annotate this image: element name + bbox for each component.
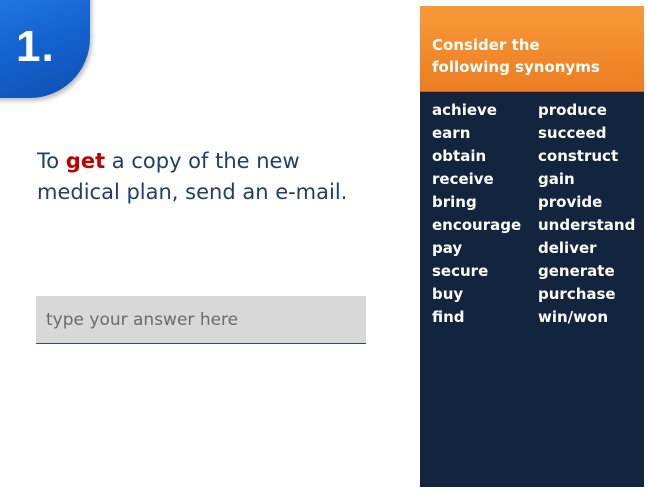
synonym-item: produce: [538, 101, 607, 119]
synonym-item: deliver: [538, 239, 597, 257]
synonym-item: understand: [538, 216, 636, 234]
synonyms-panel-header: Consider the following synonyms: [420, 6, 644, 92]
synonym-item: earn: [432, 124, 471, 142]
synonym-item: construct: [538, 147, 619, 165]
synonym-item: generate: [538, 262, 615, 280]
synonym-item: win/won: [538, 308, 608, 326]
synonyms-panel: Consider the following synonyms achieve …: [420, 6, 644, 487]
sentence-before: To: [37, 149, 66, 173]
question-number: 1.: [16, 22, 55, 71]
target-keyword: get: [65, 149, 106, 173]
synonym-item: achieve: [432, 101, 497, 119]
synonym-item: encourage: [432, 216, 522, 234]
synonym-item: gain: [538, 170, 575, 188]
synonym-item: receive: [432, 170, 494, 188]
synonym-item: provide: [538, 193, 603, 211]
synonym-item: bring: [432, 193, 477, 211]
synonym-item: pay: [432, 239, 463, 257]
synonym-item: obtain: [432, 147, 487, 165]
synonym-item: secure: [432, 262, 489, 280]
synonym-item: purchase: [538, 285, 616, 303]
synonym-item: buy: [432, 285, 464, 303]
answer-input[interactable]: [36, 296, 366, 344]
synonyms-panel-title: Consider the following synonyms: [432, 36, 600, 76]
question-sentence: To get a copy of the new medical plan, s…: [37, 146, 377, 208]
synonym-item: succeed: [538, 124, 607, 142]
synonyms-list: achieve produce earn succeed obtain cons…: [420, 92, 644, 328]
synonym-item: find: [432, 308, 465, 326]
